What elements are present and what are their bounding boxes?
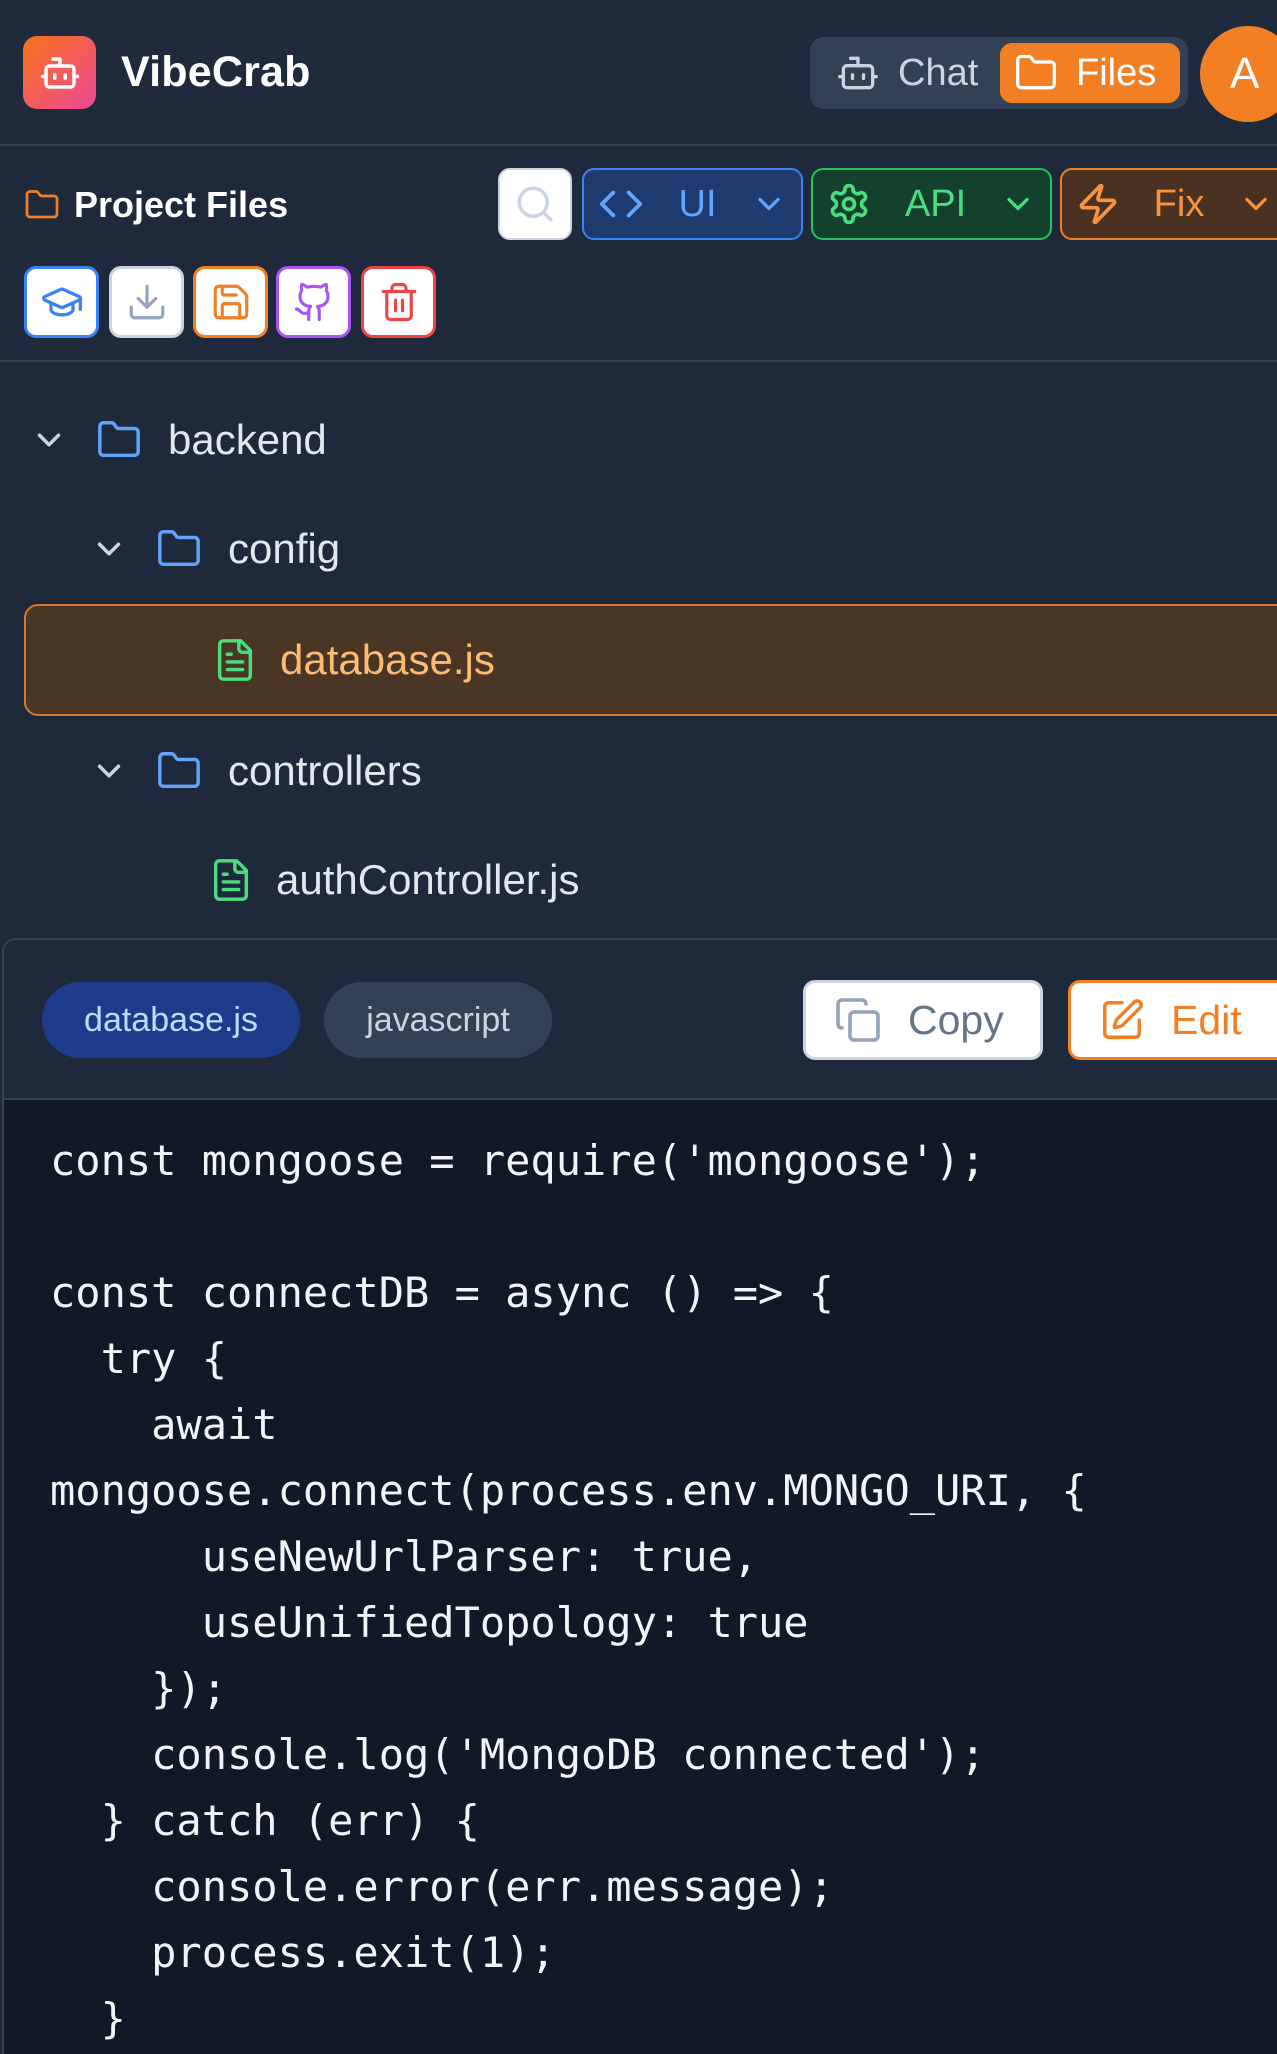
files-panel: Project Files UI API Fix backend config … [0,146,1277,938]
app-logo[interactable] [23,36,96,109]
panel-title: Project Files [24,184,288,226]
app-header: VibeCrab Chat Files A [0,0,1277,146]
generate-ui-label: UI [678,182,717,225]
tree-item-label: controllers [228,747,422,794]
code-viewer-header: database.js javascript Copy Edit [4,940,1277,1100]
file-name-badge: database.js [42,982,300,1058]
code-line: useNewUrlParser: true, [50,1532,759,1581]
code-line: } [50,1994,126,2043]
tree-folder-config[interactable]: config [0,499,1277,599]
download-button[interactable] [109,266,184,338]
github-icon [294,282,330,322]
folder-icon [158,530,200,567]
panel-divider [0,360,1277,362]
folder-icon [25,190,59,219]
code-line: await [50,1400,278,1449]
code-line: process.exit(1); [50,1928,556,1977]
code-block: const mongoose = require('mongoose'); co… [50,1128,1087,2052]
lightning-icon [1079,183,1117,225]
copy-icon [836,998,880,1042]
chevron-down-icon [37,433,61,447]
chevron-down-icon [97,542,121,556]
robot-icon [40,56,79,89]
copy-label: Copy [908,996,1004,1043]
trash-icon [381,282,416,322]
generate-api-button[interactable]: API [811,168,1052,240]
tree-item-label: authController.js [276,856,580,903]
file-text-icon [213,859,249,901]
chevron-down-icon [758,197,780,211]
app-title: VibeCrab [121,48,311,96]
edit-label: Edit [1171,996,1242,1043]
learn-button[interactable] [24,266,99,338]
fix-label: Fix [1153,182,1205,225]
chevron-down-icon [97,764,121,778]
edit-icon [1103,999,1143,1039]
tree-file-authcontroller[interactable]: authController.js [0,830,1277,930]
user-avatar[interactable]: A [1200,26,1277,122]
code-line: useUnifiedTopology: true [50,1598,809,1647]
code-line: mongoose.connect(process.env.MONGO_URI, … [50,1466,1087,1515]
code-icon [599,190,643,218]
language-badge: javascript [324,982,552,1058]
tree-item-label: backend [168,416,327,463]
code-line: const connectDB = async () => { [50,1268,834,1317]
folder-icon [98,421,140,458]
generate-api-label: API [904,182,967,225]
files-tab-button[interactable]: Files [1000,43,1180,103]
tree-folder-backend[interactable]: backend [0,390,1277,490]
fix-button[interactable]: Fix [1060,168,1277,240]
tree-item-label: config [228,525,341,572]
gear-icon [830,183,868,225]
edit-button[interactable]: Edit [1068,980,1277,1060]
save-button[interactable] [193,266,268,338]
search-button[interactable] [498,168,572,240]
search-icon [517,186,553,222]
chevron-down-icon [1245,197,1267,211]
github-button[interactable] [276,266,351,338]
folder-icon [1016,54,1056,90]
generate-ui-button[interactable]: UI [582,168,803,240]
tree-folder-controllers[interactable]: controllers [0,721,1277,821]
code-line: } catch (err) { [50,1796,480,1845]
file-text-icon [217,639,253,681]
folder-icon [158,752,200,789]
files-tab-label: Files [1076,51,1157,94]
avatar-initial: A [1230,49,1260,98]
tree-item-label: database.js [280,636,495,683]
code-line: const mongoose = require('mongoose'); [50,1136,986,1185]
code-line: try { [50,1334,228,1383]
graduation-cap-icon [41,287,82,317]
chat-tab-label: Chat [898,51,979,94]
chat-tab-button[interactable]: Chat [822,43,1002,103]
save-icon [213,284,248,320]
view-toggle: Chat Files [810,37,1188,109]
copy-button[interactable]: Copy [803,980,1043,1060]
download-icon [129,284,164,320]
tree-file-database[interactable]: database.js [24,604,1277,716]
code-line: console.log('MongoDB connected'); [50,1730,986,1779]
code-line: console.error(err.message); [50,1862,834,1911]
delete-button[interactable] [361,266,436,338]
code-line: }); [50,1664,228,1713]
panel-title-text: Project Files [74,184,289,225]
bot-icon [838,56,878,90]
chevron-down-icon [1007,197,1029,211]
